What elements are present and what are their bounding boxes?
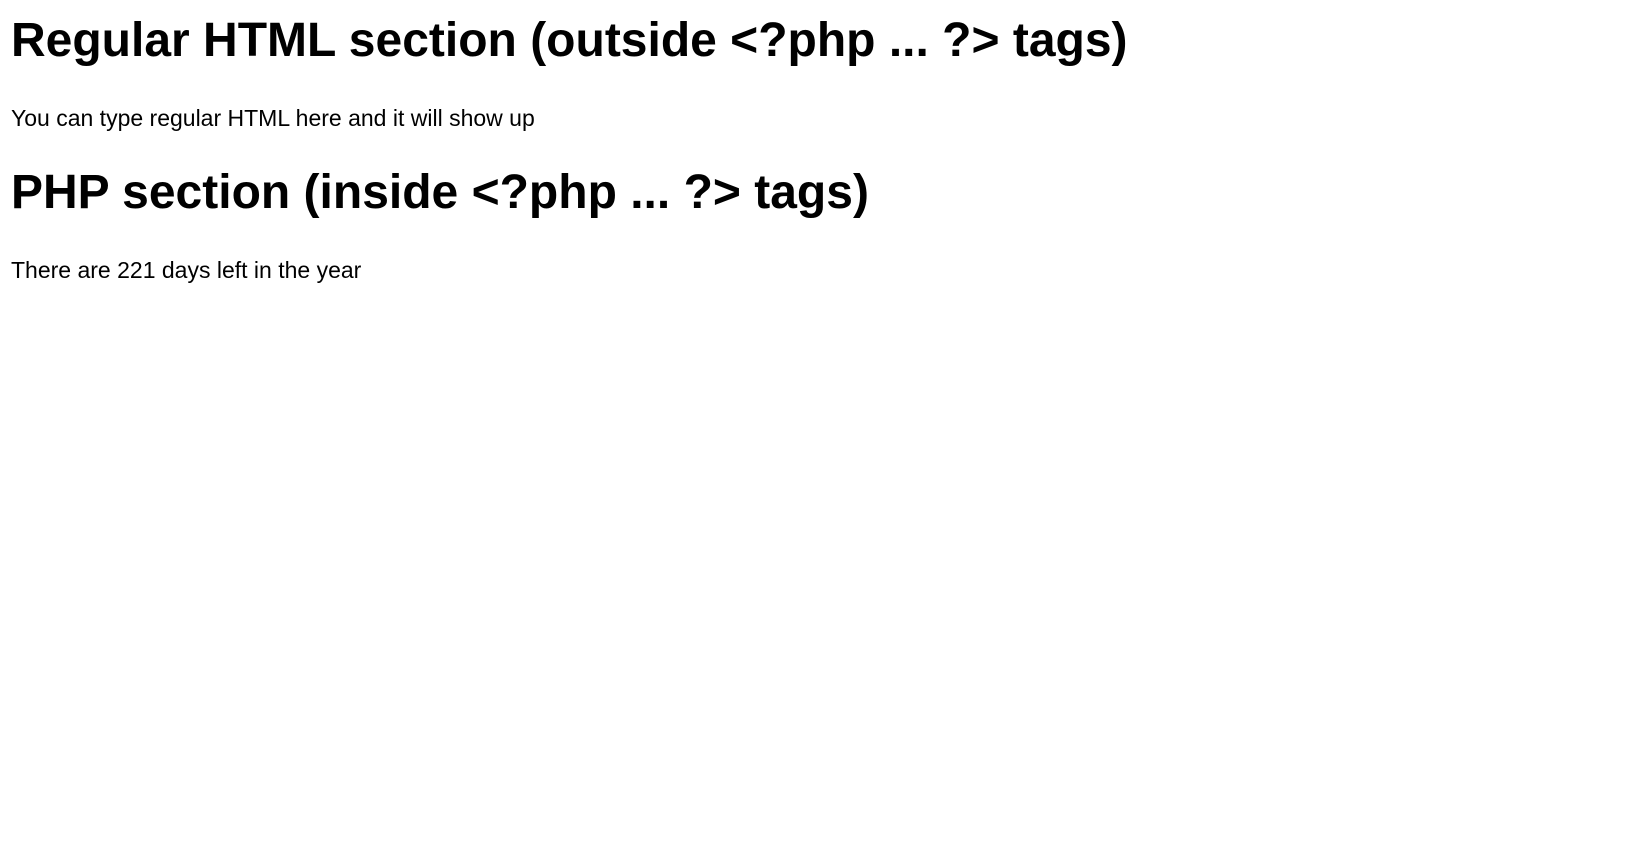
html-section-text: You can type regular HTML here and it wi… [11, 105, 535, 131]
php-section-text: There are 221 days left in the year [11, 257, 362, 283]
page-content: Regular HTML section (outside <?php ... … [0, 13, 1631, 284]
html-section-heading: Regular HTML section (outside <?php ... … [11, 14, 1128, 67]
php-section-heading: PHP section (inside <?php ... ?> tags) [11, 166, 869, 219]
